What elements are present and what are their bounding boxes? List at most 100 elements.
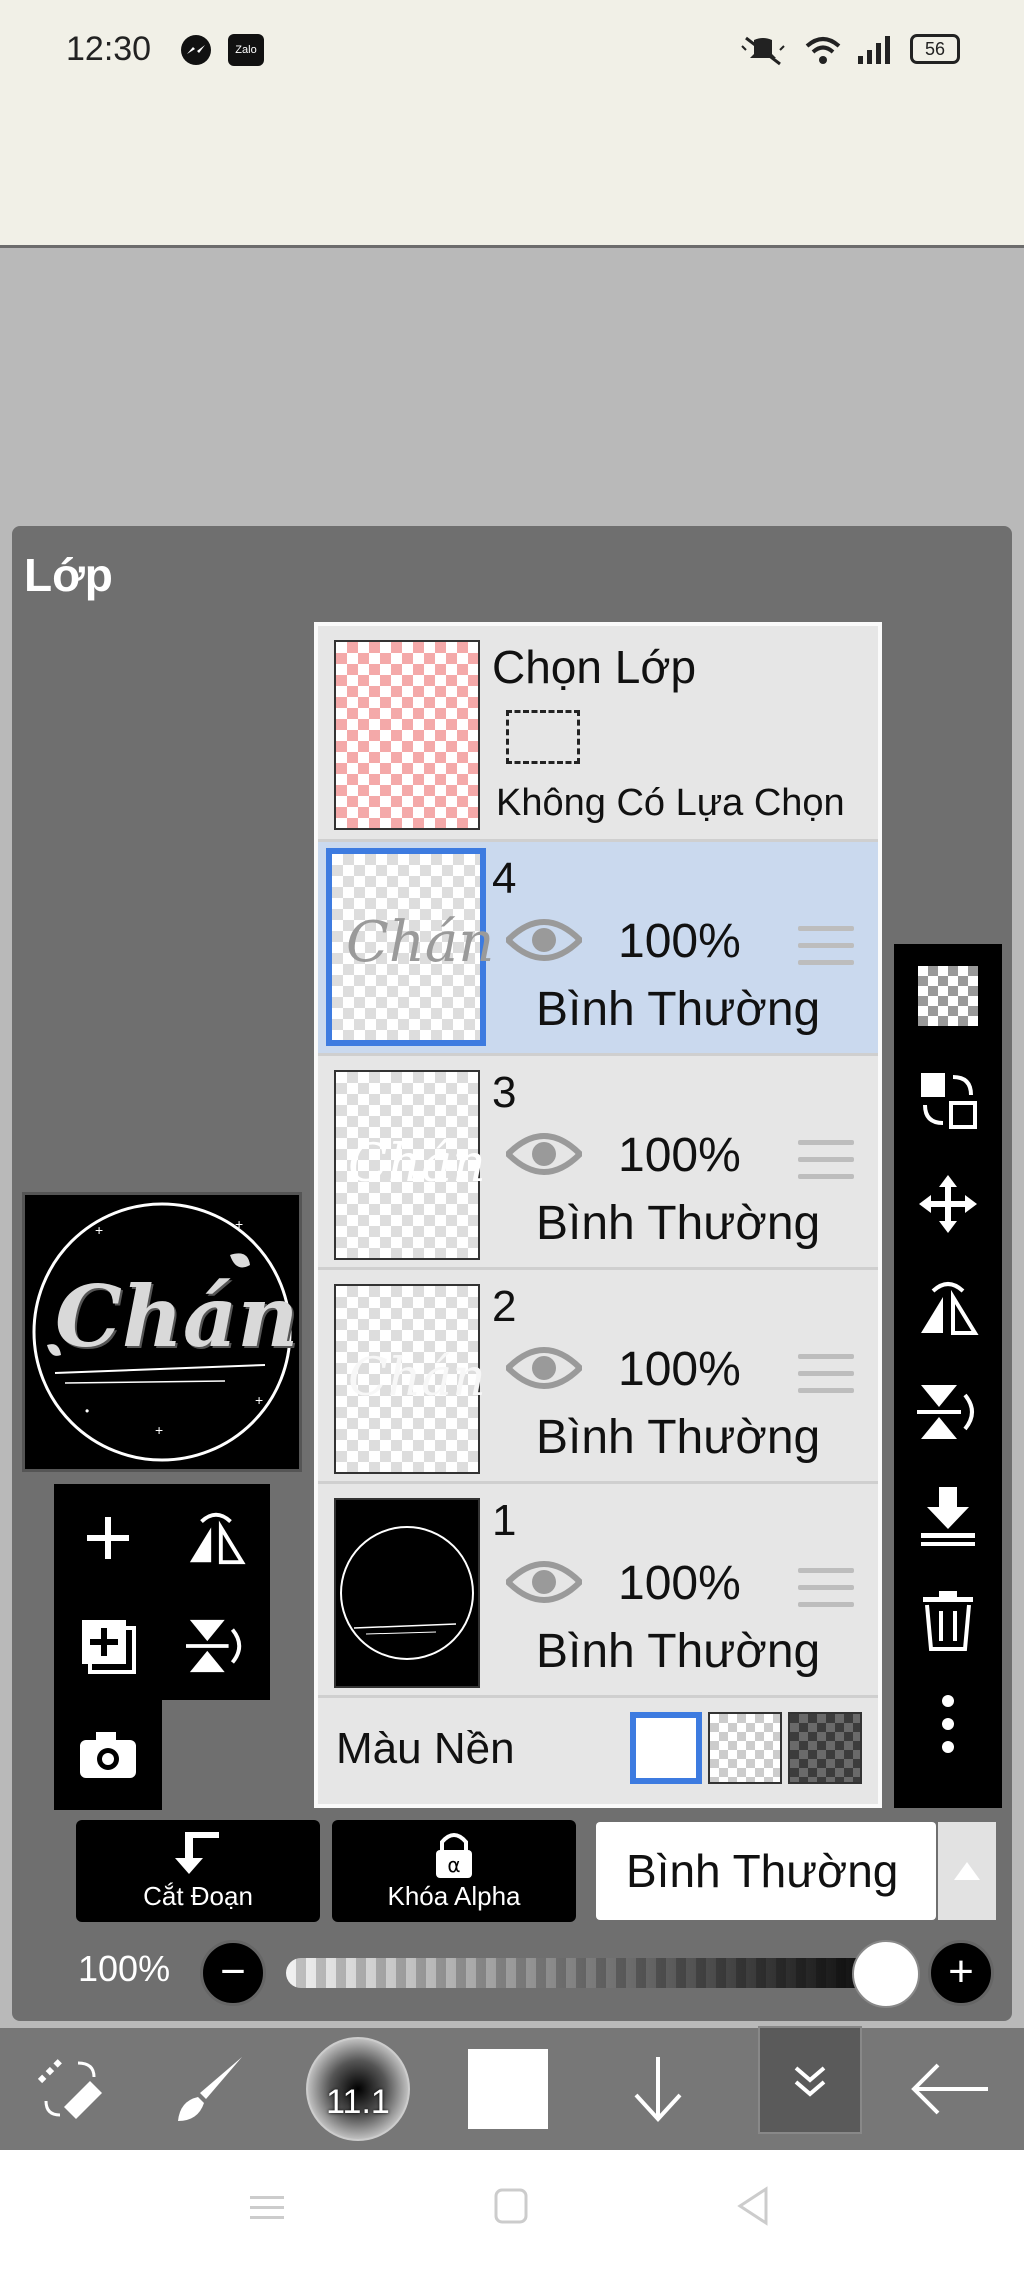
merge-down-icon[interactable]	[908, 1476, 988, 1556]
layer-blend-mode: Bình Thường	[536, 983, 821, 1036]
alpha-lock-button[interactable]: α Khóa Alpha	[332, 1820, 576, 1922]
alpha-lock-label: Khóa Alpha	[387, 1881, 521, 1911]
opacity-slider[interactable]	[286, 1958, 906, 1988]
svg-text:α: α	[447, 1853, 460, 1877]
eye-icon[interactable]	[506, 1342, 582, 1394]
layer-row-3[interactable]: Chán 3 100% Bình Thường	[318, 1056, 878, 1270]
swap-layers-icon[interactable]	[908, 1060, 988, 1140]
blend-mode-arrow-icon[interactable]	[938, 1822, 996, 1920]
layer-row-4[interactable]: Chán 4 100% Bình Thường	[318, 842, 878, 1056]
more-vert-icon[interactable]	[908, 1684, 988, 1764]
color-swatch[interactable]	[438, 2028, 578, 2150]
drag-handle-icon[interactable]	[798, 926, 854, 970]
navigation-bar	[0, 2150, 1024, 2275]
flip-horizontal-icon[interactable]	[908, 1268, 988, 1348]
opacity-slider-handle[interactable]	[852, 1940, 920, 2008]
brush-size-value: 11.1	[326, 2083, 390, 2121]
layer-tools	[54, 1484, 270, 1810]
layer-thumbnail: Chán	[334, 1284, 486, 1474]
brush-icon[interactable]	[140, 2028, 280, 2150]
layer-thumbnail: Chán	[334, 1070, 486, 1260]
svg-text:+: +	[95, 1222, 103, 1238]
canvas-preview[interactable]: + + • + + Chán	[22, 1192, 302, 1472]
layer-list: Chọn Lớp Không Có Lựa Chọn Chán 4 100% B…	[314, 622, 882, 1808]
right-toolbar	[894, 944, 1002, 1808]
move-icon[interactable]	[908, 1164, 988, 1244]
layer-thumbnail	[334, 1498, 480, 1688]
layer-thumbnail: Chán	[326, 848, 494, 1046]
clipping-button[interactable]: Cắt Đoạn	[76, 1820, 320, 1922]
clipping-label: Cắt Đoạn	[143, 1881, 253, 1911]
opacity-label: 100%	[78, 1948, 171, 1989]
arrow-down-icon[interactable]	[588, 2028, 728, 2150]
wifi-icon	[805, 37, 841, 64]
drag-handle-icon[interactable]	[798, 1140, 854, 1184]
back-triangle-icon[interactable]	[736, 2186, 770, 2226]
silent-icon	[741, 36, 785, 66]
layers-collapse-icon[interactable]	[758, 2026, 862, 2134]
bg-dark-option[interactable]	[788, 1712, 862, 1784]
layer-blend-mode: Bình Thường	[536, 1625, 821, 1678]
layer-row-1[interactable]: 1 100% Bình Thường	[318, 1484, 878, 1698]
lock-icon: α	[436, 1833, 472, 1878]
zalo-icon: Zalo	[228, 34, 264, 66]
bg-white-option[interactable]	[630, 1712, 702, 1784]
panel-title: Lớp	[24, 549, 113, 601]
layer-row-2[interactable]: Chán 2 100% Bình Thường	[318, 1270, 878, 1484]
layer-opacity: 100%	[618, 1129, 741, 1182]
eye-icon[interactable]	[506, 1556, 582, 1608]
selection-box-icon	[506, 710, 580, 764]
layer-opacity: 100%	[618, 1343, 741, 1396]
opacity-minus-button[interactable]: −	[200, 1940, 266, 2006]
trash-icon[interactable]	[908, 1580, 988, 1660]
layer-number: 3	[492, 1068, 517, 1117]
app-toolbar: 11.1	[0, 2026, 1024, 2150]
selection-thumbnail	[334, 640, 480, 830]
opacity-plus-button[interactable]: +	[928, 1940, 994, 2006]
thumbnail-text: Chán	[346, 910, 495, 975]
transform-icon[interactable]	[0, 2028, 140, 2150]
svg-text:+: +	[255, 1392, 263, 1408]
drag-handle-icon[interactable]	[798, 1354, 854, 1398]
selection-title: Chọn Lớp	[492, 641, 697, 693]
clip-arrow-icon	[175, 1832, 219, 1874]
brush-size-button[interactable]: 11.1	[288, 2028, 428, 2150]
messenger-icon	[181, 35, 211, 65]
layer-opacity: 100%	[618, 1557, 741, 1610]
status-time: 12:30	[66, 30, 152, 68]
preview-text: Chán	[55, 1267, 299, 1366]
svg-text:+: +	[235, 1216, 243, 1232]
layer-number: 1	[492, 1496, 517, 1545]
home-icon[interactable]	[494, 2188, 528, 2224]
menu-icon[interactable]	[250, 2190, 284, 2224]
layer-blend-mode: Bình Thường	[536, 1197, 821, 1250]
selection-status: Không Có Lựa Chọn	[496, 782, 845, 824]
add-copy-icon[interactable]	[54, 1592, 162, 1700]
layer-opacity: 100%	[618, 915, 741, 968]
camera-icon[interactable]	[54, 1700, 162, 1810]
drag-handle-icon[interactable]	[798, 1568, 854, 1612]
svg-text:+: +	[155, 1422, 163, 1438]
checker-icon[interactable]	[908, 956, 988, 1036]
status-bar: 12:30 Zalo 56	[0, 0, 1024, 248]
background-color-row: Màu Nền	[318, 1698, 878, 1804]
thumbnail-text: Chán	[348, 1134, 486, 1194]
battery-icon: 56	[910, 34, 960, 64]
eye-icon[interactable]	[506, 914, 582, 966]
flip-layer-v-icon[interactable]	[162, 1592, 270, 1700]
back-icon[interactable]	[880, 2028, 1020, 2150]
flip-layer-h-icon[interactable]	[162, 1484, 270, 1592]
signal-icon	[858, 36, 890, 64]
flip-vertical-icon[interactable]	[908, 1372, 988, 1452]
layer-number: 2	[492, 1282, 517, 1331]
thumbnail-text: Chán	[348, 1348, 486, 1408]
background-label: Màu Nền	[336, 1724, 515, 1773]
layer-number: 4	[492, 854, 517, 903]
blend-mode-select[interactable]: Bình Thường	[596, 1822, 936, 1920]
layer-blend-mode: Bình Thường	[536, 1411, 821, 1464]
eye-icon[interactable]	[506, 1128, 582, 1180]
selection-layer-row[interactable]: Chọn Lớp Không Có Lựa Chọn	[318, 626, 878, 842]
svg-text:•: •	[85, 1404, 89, 1418]
bg-transparent-option[interactable]	[708, 1712, 782, 1784]
add-layer-icon[interactable]	[54, 1484, 162, 1592]
